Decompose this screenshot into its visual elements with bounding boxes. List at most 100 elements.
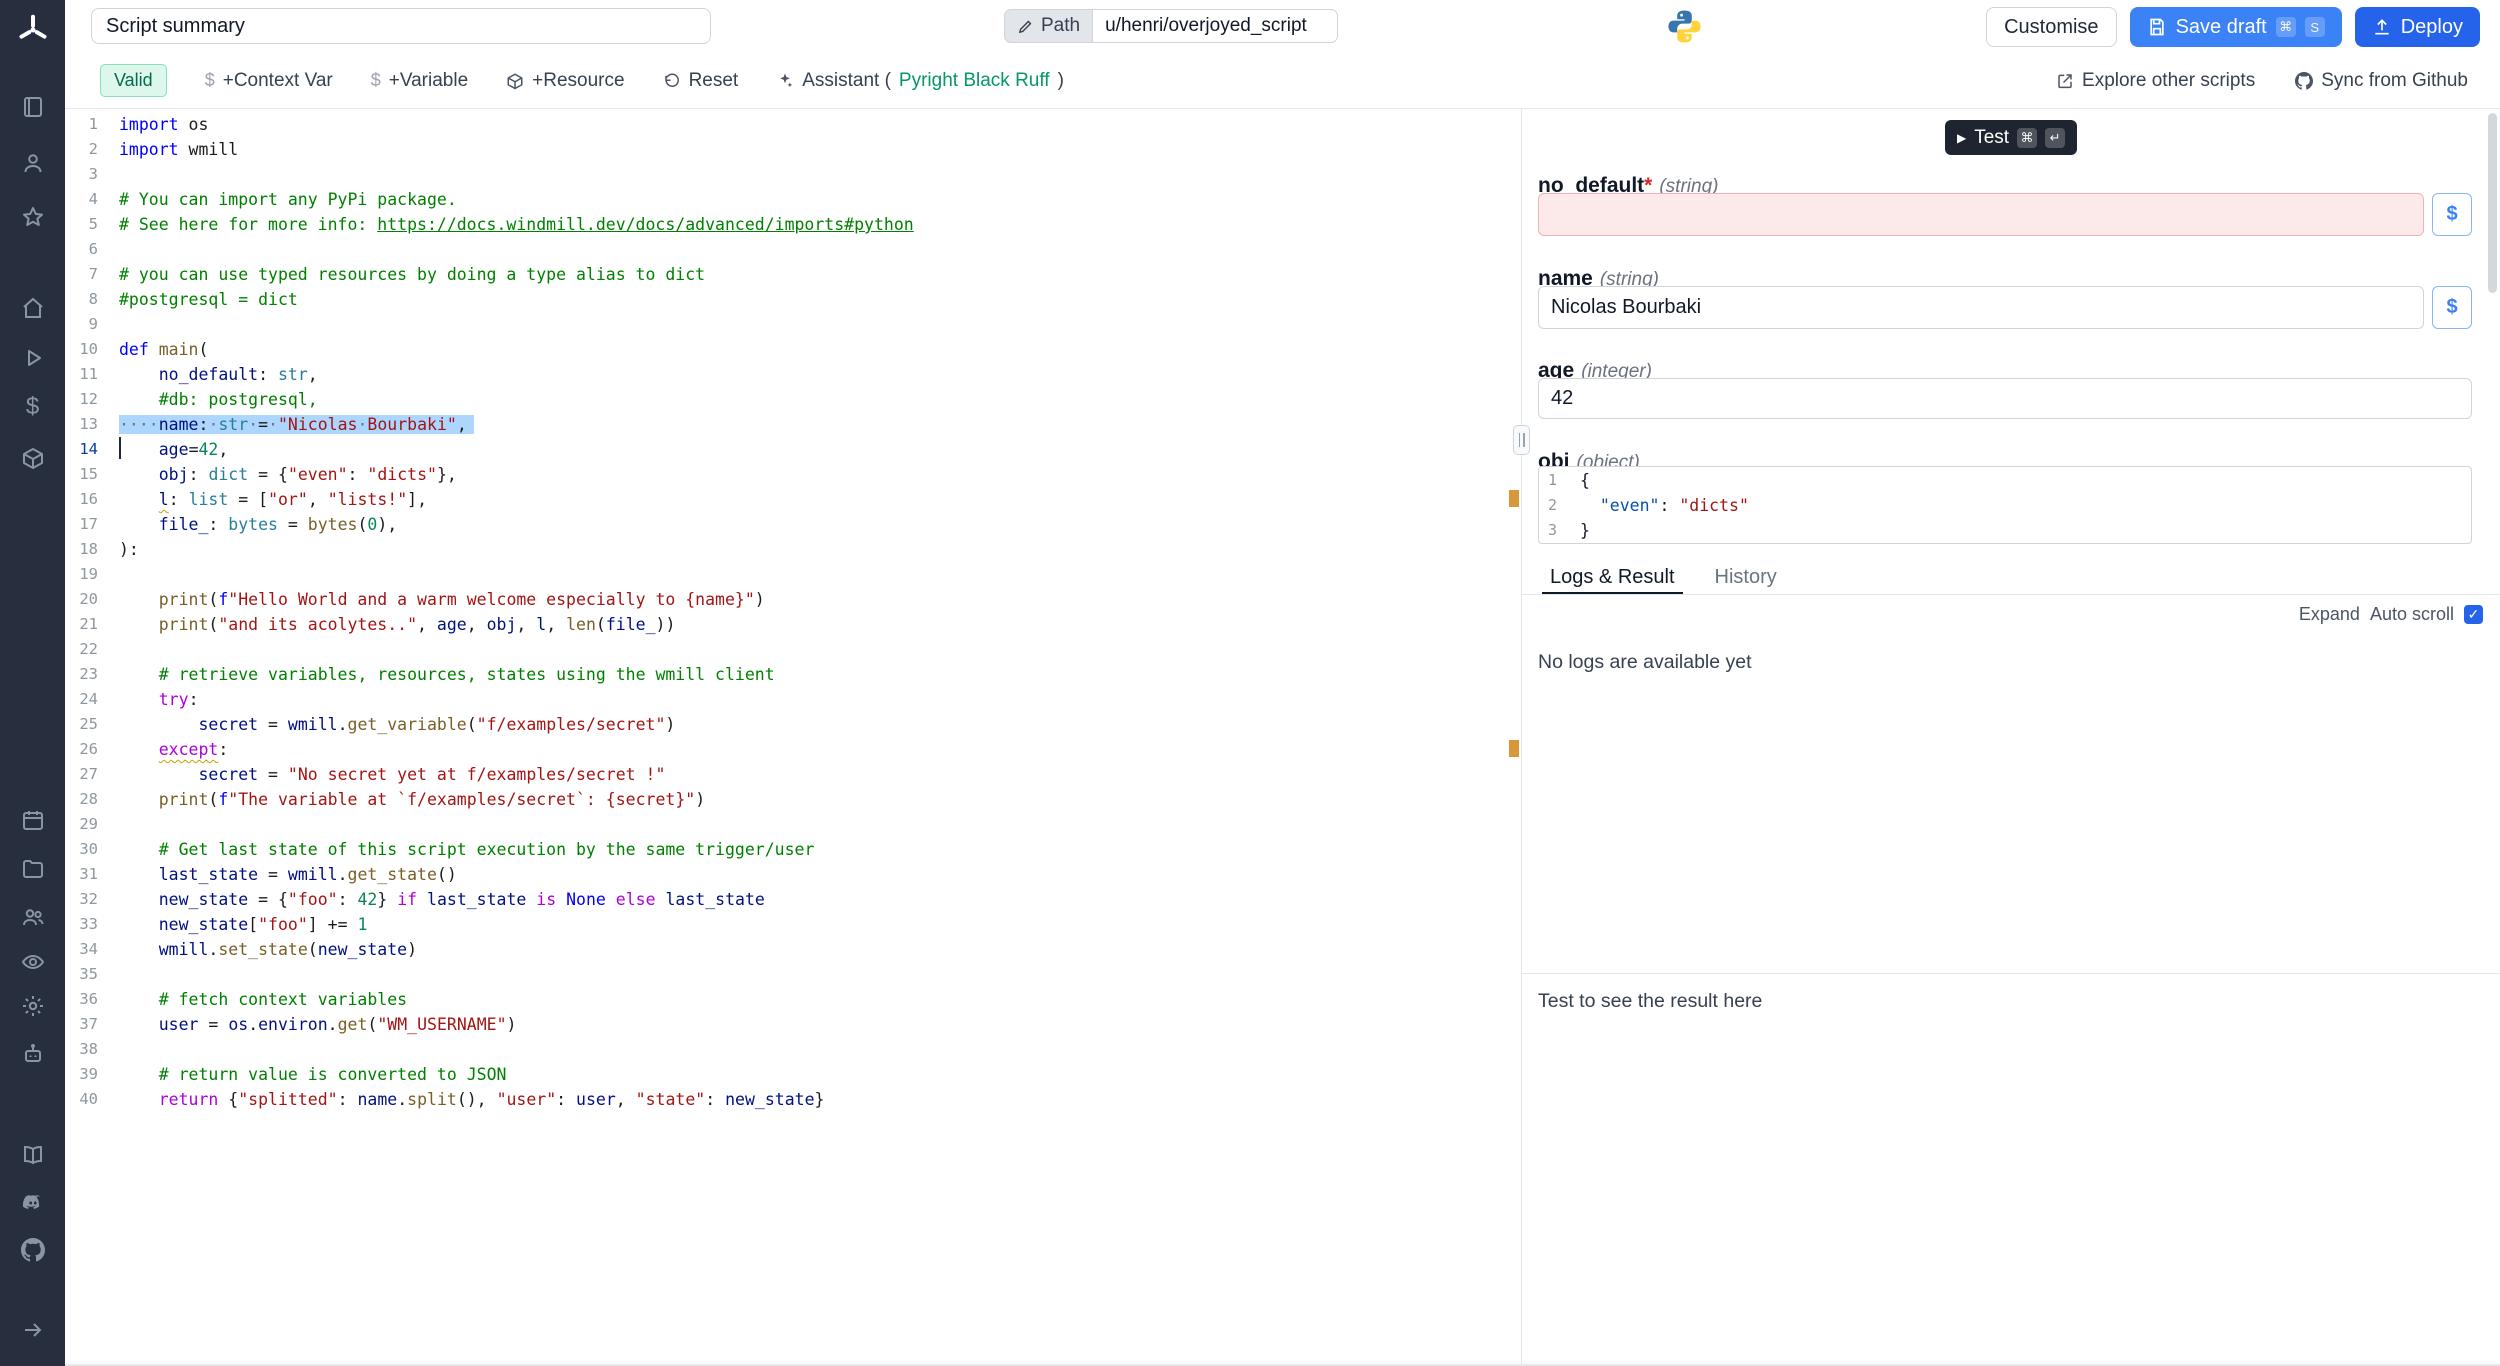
code-line: 38	[65, 1037, 1521, 1062]
users-icon[interactable]	[0, 905, 65, 929]
assistant-button[interactable]: Assistant (Pyright Black Ruff)	[776, 70, 1064, 92]
code-line: 35	[65, 962, 1521, 987]
code-line: 18):	[65, 537, 1521, 562]
reset-button[interactable]: Reset	[663, 70, 739, 92]
right-panel: ▶ Test ⌘↵ no_default*(string) $ name(str…	[1521, 109, 2500, 1364]
save-icon	[2147, 17, 2167, 37]
cube-icon[interactable]	[0, 446, 65, 470]
obj-json-lines: 1{2 "even": "dicts"3}	[1539, 468, 2471, 543]
play-icon[interactable]	[0, 346, 65, 370]
sparkles-icon	[776, 72, 794, 90]
expand-sidebar-icon[interactable]	[0, 1318, 65, 1342]
code-editor[interactable]: 1import os2import wmill34# You can impor…	[65, 109, 1521, 1364]
assistant-label: Assistant (	[802, 70, 891, 92]
expand-link[interactable]: Expand	[2299, 604, 2360, 625]
code-line: 8#postgresql = dict	[65, 287, 1521, 312]
discord-icon[interactable]	[0, 1191, 65, 1215]
script-summary-input[interactable]	[91, 8, 711, 44]
dollar-icon[interactable]: $	[0, 395, 65, 419]
sidebar: $	[0, 0, 65, 1366]
code-line: 31 last_state = wmill.get_state()	[65, 862, 1521, 887]
kbd-s: S	[2305, 17, 2325, 37]
code-line: 24 try:	[65, 687, 1521, 712]
sync-github-label: Sync from Github	[2321, 70, 2468, 92]
code-lines: 1import os2import wmill34# You can impor…	[65, 112, 1521, 1112]
deploy-label: Deploy	[2401, 16, 2463, 39]
star-icon[interactable]	[0, 205, 65, 229]
pane-resize-handle[interactable]	[1513, 425, 1530, 455]
home-icon[interactable]	[0, 296, 65, 320]
topbar: Path Customise Save draft ⌘S Deploy	[65, 0, 2500, 53]
workspace: 1import os2import wmill34# You can impor…	[65, 109, 2500, 1366]
explore-scripts-label: Explore other scripts	[2082, 70, 2255, 92]
windmill-app: $	[0, 0, 2500, 1366]
code-line: 26 except:	[65, 737, 1521, 762]
code-line: 22	[65, 637, 1521, 662]
book-icon[interactable]	[0, 95, 65, 119]
test-row: ▶ Test ⌘↵	[1522, 120, 2500, 155]
code-line: 11 no_default: str,	[65, 362, 1521, 387]
code-line: 6	[65, 237, 1521, 262]
deploy-button[interactable]: Deploy	[2355, 7, 2480, 47]
add-resource-button[interactable]: +Resource	[506, 70, 624, 92]
github-icon	[2295, 72, 2313, 90]
obj-json-editor[interactable]: 1{2 "even": "dicts"3}	[1538, 466, 2472, 544]
code-line: 16 l: list = ["or", "lists!"],	[65, 487, 1521, 512]
code-line: 28 print(f"The variable at `f/examples/s…	[65, 787, 1521, 812]
add-context-var-button[interactable]: $ +Context Var	[205, 70, 333, 92]
warning-marker	[1509, 490, 1519, 507]
bot-icon[interactable]	[0, 1042, 65, 1066]
folder-icon[interactable]	[0, 857, 65, 881]
name-input[interactable]	[1538, 286, 2424, 329]
test-label: Test	[1974, 127, 2009, 149]
eye-icon[interactable]	[0, 950, 65, 974]
deploy-icon	[2372, 17, 2392, 37]
assistant-checkers: Pyright Black Ruff	[899, 70, 1050, 92]
code-line: 4# You can import any PyPi package.	[65, 187, 1521, 212]
code-line: 23 # retrieve variables, resources, stat…	[65, 662, 1521, 687]
code-line: 29	[65, 812, 1521, 837]
windmill-logo-icon[interactable]	[0, 13, 65, 47]
path-edit-button[interactable]: Path	[1004, 9, 1092, 43]
logs-header: Expand Auto scroll ✓	[2299, 604, 2483, 625]
tab-logs-result[interactable]: Logs & Result	[1542, 562, 1683, 594]
code-line: 20 print(f"Hello World and a warm welcom…	[65, 587, 1521, 612]
editor-toolbar: Valid $ +Context Var $ +Variable +Resour…	[65, 53, 2500, 109]
add-variable-button[interactable]: $ +Variable	[371, 70, 468, 92]
no-default-var-toggle[interactable]: $	[2432, 193, 2472, 236]
test-button[interactable]: ▶ Test ⌘↵	[1945, 120, 2077, 155]
validity-badge: Valid	[100, 64, 167, 97]
result-tabs: Logs & Result History	[1522, 562, 2500, 595]
dollar-prefix-icon: $	[205, 70, 215, 91]
gear-icon[interactable]	[0, 994, 65, 1018]
tab-history[interactable]: History	[1707, 562, 1785, 594]
user-icon[interactable]	[0, 151, 65, 175]
panel-scrollbar-thumb[interactable]	[2488, 113, 2497, 293]
code-line: 5# See here for more info: https://docs.…	[65, 212, 1521, 237]
code-line: 3}	[1539, 518, 2471, 543]
code-line: 12 #db: postgresql,	[65, 387, 1521, 412]
explore-scripts-button[interactable]: Explore other scripts	[2056, 70, 2255, 92]
add-context-var-label: +Context Var	[223, 70, 333, 92]
sync-github-button[interactable]: Sync from Github	[2295, 70, 2468, 92]
path-label: Path	[1041, 15, 1080, 37]
add-variable-label: +Variable	[389, 70, 468, 92]
path-group: Path	[1004, 9, 1338, 43]
code-line: 1{	[1539, 468, 2471, 493]
customise-button[interactable]: Customise	[1986, 7, 2116, 47]
calendar-icon[interactable]	[0, 808, 65, 832]
name-var-toggle[interactable]: $	[2432, 286, 2472, 329]
code-line: 33 new_state["foo"] += 1	[65, 912, 1521, 937]
no-default-input[interactable]	[1538, 193, 2424, 236]
age-input[interactable]	[1538, 378, 2472, 419]
save-draft-button[interactable]: Save draft ⌘S	[2130, 7, 2342, 47]
save-draft-label: Save draft	[2176, 16, 2267, 39]
reset-label: Reset	[689, 70, 739, 92]
github-icon[interactable]	[0, 1238, 65, 1262]
python-logo-icon	[1667, 9, 1702, 44]
open-book-icon[interactable]	[0, 1143, 65, 1167]
autoscroll-checkbox[interactable]: ✓	[2464, 605, 2483, 624]
code-line: 37 user = os.environ.get("WM_USERNAME")	[65, 1012, 1521, 1037]
external-link-icon	[2056, 72, 2074, 90]
path-input[interactable]	[1092, 9, 1338, 43]
